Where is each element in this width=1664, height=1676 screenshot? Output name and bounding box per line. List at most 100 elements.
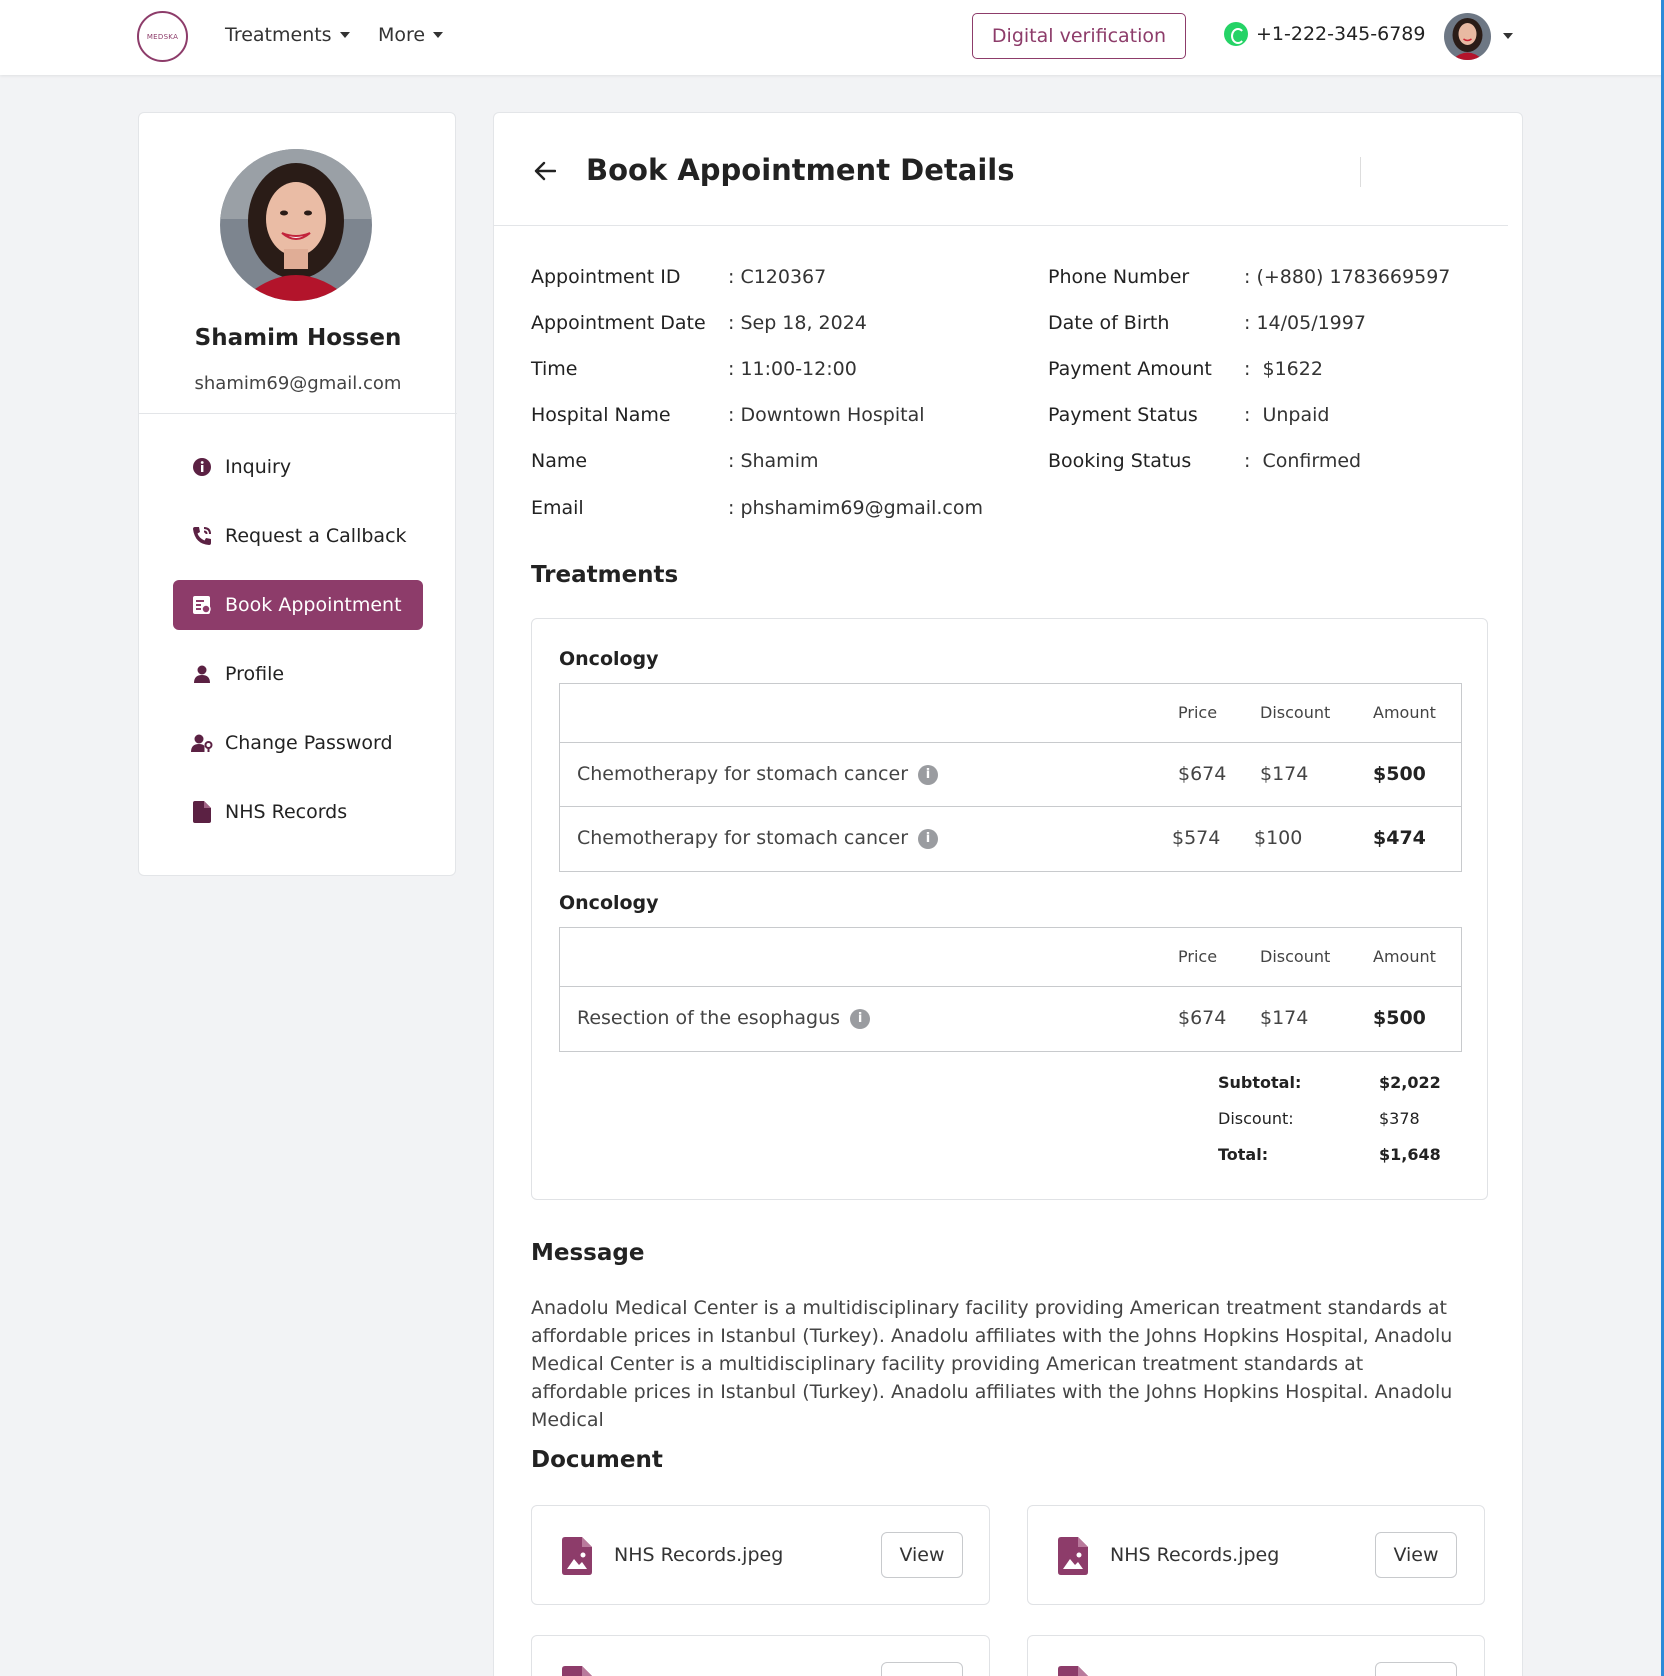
treatments-heading: Treatments	[531, 562, 679, 588]
sidebar-item-profile[interactable]: Profile	[173, 649, 423, 699]
message-heading: Message	[531, 1240, 645, 1266]
sidebar-item-nhs-records[interactable]: NHS Records	[173, 787, 423, 837]
image-file-icon	[562, 1666, 592, 1676]
sidebar-item-label: Book Appointment	[225, 594, 402, 616]
discount-label: Discount:	[1218, 1109, 1294, 1128]
medska-logo[interactable]: MEDSKA	[137, 11, 188, 62]
table-header: Price Discount Amount	[560, 928, 1461, 987]
value-time: : 11:00-12:00	[728, 358, 857, 380]
info-icon[interactable]: i	[918, 828, 939, 849]
amount-cell: $500	[1373, 763, 1426, 785]
sidebar-item-book-appointment[interactable]: Book Appointment	[173, 580, 423, 630]
table-header: Price Discount Amount	[560, 684, 1461, 743]
image-file-icon	[562, 1537, 592, 1575]
chevron-down-icon	[433, 32, 444, 38]
discount-value: $378	[1379, 1109, 1420, 1128]
view-document-button[interactable]	[1375, 1662, 1457, 1676]
whatsapp-icon	[1224, 22, 1248, 46]
image-file-icon	[1058, 1537, 1088, 1575]
treatment-table: Price Discount Amount Resection of the e…	[559, 927, 1462, 1052]
sidebar-item-label: NHS Records	[225, 801, 348, 823]
back-arrow-icon[interactable]	[534, 155, 557, 188]
price-cell: $674	[1178, 1007, 1227, 1029]
price-cell: $574	[1172, 827, 1221, 849]
chevron-down-icon	[339, 32, 350, 38]
page-title: Book Appointment Details	[586, 153, 1015, 187]
user-icon	[191, 663, 213, 685]
amount-cell: $500	[1373, 1007, 1426, 1029]
label-payment-amount: Payment Amount	[1048, 358, 1212, 380]
avatar[interactable]	[1444, 13, 1491, 60]
total-label: Total:	[1218, 1145, 1269, 1164]
discount-cell: $174	[1260, 763, 1309, 785]
info-icon[interactable]: i	[850, 1008, 871, 1029]
sidebar-item-label: Request a Callback	[225, 525, 407, 547]
label-date-of-birth: Date of Birth	[1048, 312, 1170, 334]
treatments-box: Oncology Price Discount Amount Chemother…	[531, 618, 1488, 1200]
value-email: : phshamim69@gmail.com	[728, 497, 983, 519]
user-name: Shamim Hossen	[194, 325, 402, 351]
divider	[139, 413, 457, 414]
value-phone-number: : (+880) 1783669597	[1244, 266, 1451, 288]
value-payment-amount: : $1622	[1244, 358, 1323, 380]
image-file-icon	[1058, 1666, 1088, 1676]
divider	[494, 225, 1508, 226]
label-time: Time	[531, 358, 578, 380]
value-booking-status: : Confirmed	[1244, 450, 1362, 472]
logo-text: MEDSKA	[146, 32, 179, 41]
phone-number: +1-222-345-6789	[1256, 23, 1426, 45]
sidebar-item-label: Profile	[225, 663, 285, 685]
value-appointment-id: : C120367	[728, 266, 827, 288]
value-date-of-birth: : 14/05/1997	[1244, 312, 1366, 334]
label-booking-status: Booking Status	[1048, 450, 1192, 472]
document-card	[531, 1635, 990, 1676]
sidebar-item-inquiry[interactable]: Inquiry	[173, 442, 423, 492]
document-card	[1027, 1635, 1485, 1676]
document-name: NHS Records.jpeg	[1110, 1544, 1280, 1566]
profile-dropdown-icon[interactable]	[1503, 33, 1513, 39]
phone-icon	[191, 525, 213, 547]
treatment-name: Resection of the esophagus i	[577, 1007, 871, 1029]
file-icon	[191, 801, 213, 823]
value-payment-status: : Unpaid	[1244, 404, 1330, 426]
sidebar-item-change-password[interactable]: Change Password	[173, 718, 423, 768]
treatment-table: Price Discount Amount Chemotherapy for s…	[559, 683, 1462, 872]
nav-treatments[interactable]: Treatments	[225, 24, 350, 46]
label-appointment-id: Appointment ID	[531, 266, 681, 288]
info-icon[interactable]: i	[918, 764, 939, 785]
digital-verification-button[interactable]: Digital verification	[972, 13, 1186, 59]
message-text: Anadolu Medical Center is a multidiscipl…	[531, 1297, 1453, 1431]
th-price: Price	[1178, 947, 1218, 966]
table-row: Chemotherapy for stomach cancer i $674 $1…	[560, 743, 1461, 807]
top-navbar: MEDSKA Treatments More Digital verificat…	[0, 0, 1664, 75]
whatsapp-phone-link[interactable]: +1-222-345-6789	[1224, 22, 1425, 46]
th-discount: Discount	[1260, 947, 1331, 966]
th-amount: Amount	[1373, 947, 1436, 966]
view-document-button[interactable]: View	[1375, 1532, 1457, 1578]
treatment-name: Chemotherapy for stomach cancer i	[577, 763, 939, 785]
value-hospital-name: : Downtown Hospital	[728, 404, 925, 426]
appointment-details-panel: Book Appointment Details Appointment ID …	[493, 112, 1523, 1676]
sidebar-item-label: Change Password	[225, 732, 393, 754]
th-price: Price	[1178, 703, 1218, 722]
nav-more[interactable]: More	[378, 24, 444, 46]
treatment-name-text: Resection of the esophagus	[577, 1007, 841, 1029]
sidebar-item-request-callback[interactable]: Request a Callback	[173, 511, 423, 561]
label-phone-number: Phone Number	[1048, 266, 1190, 288]
price-cell: $674	[1178, 763, 1227, 785]
group-title: Oncology	[559, 648, 659, 670]
nav-more-label: More	[378, 24, 426, 46]
subtotal-label: Subtotal:	[1218, 1073, 1302, 1092]
sidebar-item-label: Inquiry	[225, 456, 292, 478]
value-name: : Shamim	[728, 450, 819, 472]
user-email: shamim69@gmail.com	[194, 373, 402, 394]
group-title: Oncology	[559, 892, 659, 914]
view-document-button[interactable]: View	[881, 1532, 963, 1578]
label-name: Name	[531, 450, 588, 472]
user-lock-icon	[191, 732, 213, 754]
table-row: Resection of the esophagus i $674 $174 $5…	[560, 987, 1461, 1051]
treatment-name-text: Chemotherapy for stomach cancer	[577, 827, 909, 849]
view-document-button[interactable]	[881, 1662, 963, 1676]
appointment-icon	[191, 594, 213, 616]
label-email: Email	[531, 497, 584, 519]
